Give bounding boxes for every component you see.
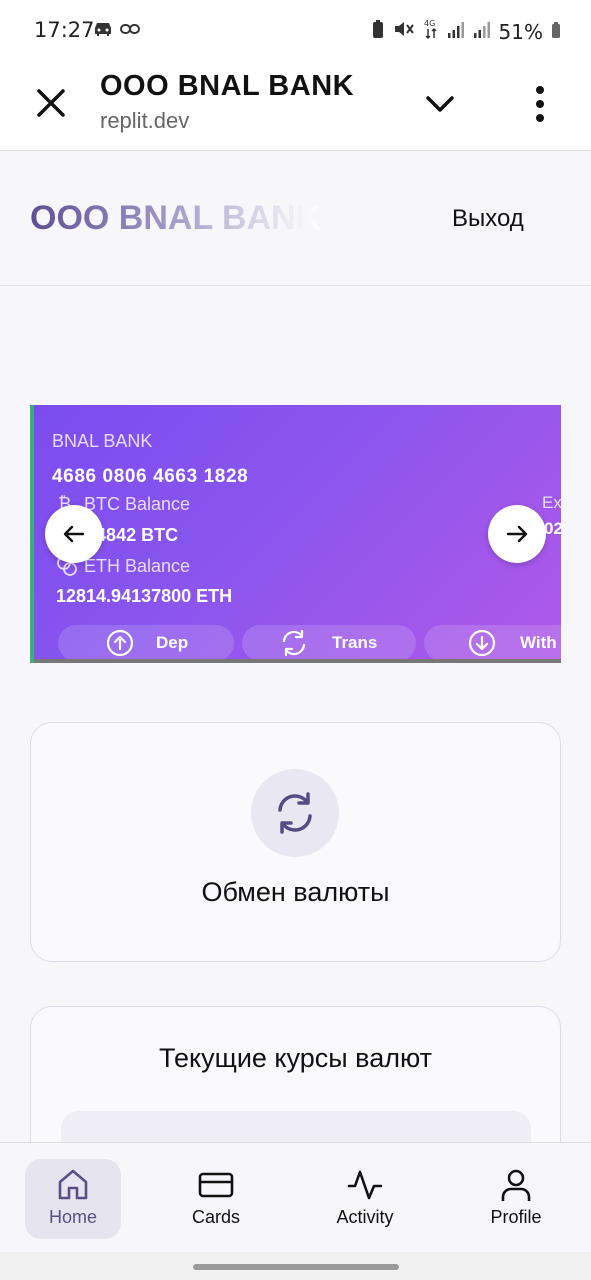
eth-balance-value: 12814.94137800 ETH (56, 586, 233, 606)
status-bar: 17:27 4G 51% (0, 0, 591, 60)
arrow-down-circle-icon (468, 629, 496, 657)
bank-card[interactable]: BNAL BANK 4686 0806 4663 1828 ₿ BTC Bala… (30, 405, 561, 663)
card-icon (198, 1167, 234, 1208)
withdraw-button[interactable]: With (424, 625, 561, 661)
exchange-icon-wrap (251, 769, 339, 857)
browser-page-title: ООО BNAL BANK (100, 70, 355, 102)
logout-button[interactable]: Выход (452, 205, 524, 233)
home-gesture-handle[interactable] (193, 1264, 399, 1270)
nav-cards-label: Cards (191, 1207, 240, 1227)
battery-percent: 51% (498, 19, 543, 44)
mute-icon (393, 19, 415, 44)
close-tab-button[interactable] (32, 84, 70, 122)
browser-toolbar: ООО BNAL BANK replit.dev (0, 60, 591, 151)
chevron-down-icon (426, 96, 454, 112)
arrow-left-icon (63, 525, 85, 543)
bottom-navigation: Home Cards Activity Profile (0, 1142, 591, 1253)
carousel-next-button[interactable] (488, 505, 546, 563)
nav-profile[interactable]: Profile (468, 1159, 564, 1239)
system-gesture-bar (0, 1252, 591, 1280)
rates-title: Текущие курсы валют (159, 1043, 432, 1073)
battery-saver-icon (371, 19, 385, 44)
home-icon (55, 1167, 91, 1208)
arrow-right-icon (506, 525, 528, 543)
signal-icon (447, 20, 465, 44)
nav-home[interactable]: Home (25, 1159, 121, 1239)
signal-icon-2 (473, 20, 491, 44)
more-menu-button[interactable] (522, 80, 558, 128)
eth-balance-label: ETH Balance (84, 556, 191, 576)
transfer-button[interactable]: Trans (242, 625, 416, 661)
link-icon (120, 20, 140, 42)
nav-home-label: Home (48, 1207, 97, 1227)
battery-icon (551, 20, 561, 44)
user-icon (498, 1167, 534, 1208)
more-vertical-icon (536, 86, 544, 122)
card-number: 4686 0806 4663 1828 (52, 466, 249, 487)
close-icon (37, 89, 65, 117)
activity-icon (347, 1167, 383, 1208)
card-divider (34, 659, 561, 663)
status-time: 17:27 (34, 18, 95, 42)
expand-button[interactable] (422, 86, 458, 122)
card-expiry-label: Exp (542, 493, 561, 512)
browser-url[interactable]: replit.dev (100, 108, 189, 134)
arrow-up-circle-icon (106, 629, 134, 657)
nav-activity[interactable]: Activity (317, 1159, 413, 1239)
withdraw-label: With (520, 633, 557, 652)
brand-title: ООО BNAL BANK (30, 199, 320, 237)
transfer-label: Trans (332, 633, 378, 652)
card-expiry-value: 02/ (544, 519, 561, 538)
card-bank-name: BNAL BANK (52, 431, 153, 451)
deposit-label: Dep (156, 633, 189, 652)
car-icon (92, 20, 114, 42)
nav-activity-label: Activity (336, 1207, 394, 1227)
nav-profile-label: Profile (490, 1207, 542, 1227)
deposit-button[interactable]: Dep (58, 625, 234, 661)
refresh-icon (278, 792, 312, 834)
carousel-prev-button[interactable] (45, 505, 103, 563)
btc-balance-label: BTC Balance (84, 494, 191, 514)
network-4g-icon: 4G (423, 18, 439, 45)
currency-exchange-card[interactable]: Обмен валюты (30, 722, 561, 962)
refresh-icon (280, 629, 308, 657)
card-carousel[interactable]: BNAL BANK 4686 0806 4663 1828 ₿ BTC Bala… (30, 405, 561, 663)
app-header: ООО BNAL BANK Выход (0, 151, 591, 286)
nav-cards[interactable]: Cards (168, 1159, 264, 1239)
svg-text:4G: 4G (424, 19, 435, 28)
exchange-title: Обмен валюты (201, 877, 390, 907)
